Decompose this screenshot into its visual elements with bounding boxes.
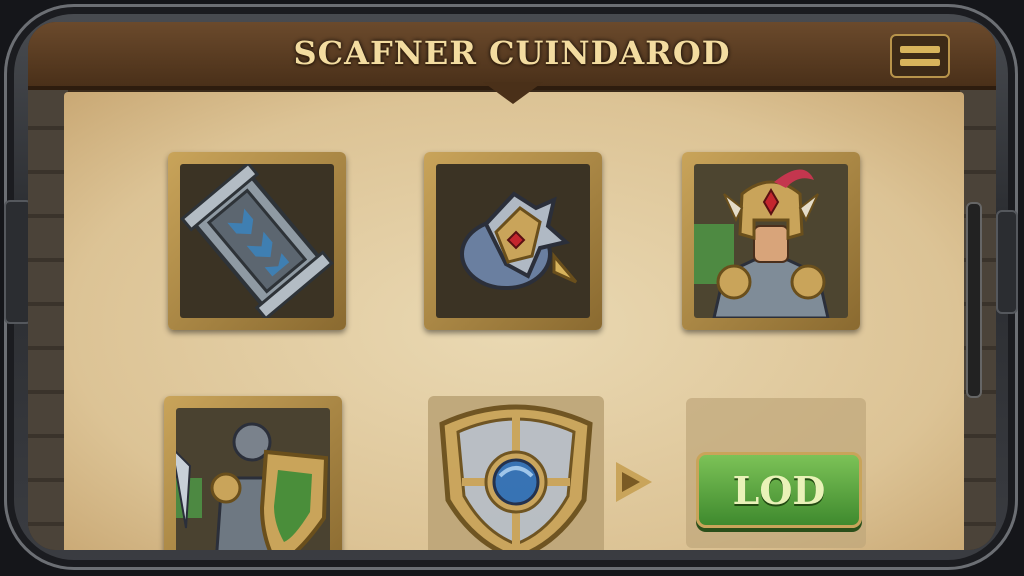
knight-hero-portrait-icon <box>694 169 830 318</box>
game-screen: SCAFNER CUINDAROD LOD <box>28 22 996 550</box>
slot-inner <box>176 408 330 550</box>
gold-shield-icon <box>439 404 593 550</box>
slot-inner <box>436 164 590 318</box>
slot-inner <box>694 164 848 318</box>
slot-inner <box>180 164 334 318</box>
shield-knight-portrait-icon <box>176 422 329 550</box>
stone-wall-left <box>28 86 68 550</box>
hamburger-menu-icon <box>900 46 940 53</box>
menu-button[interactable] <box>890 34 950 78</box>
item-slot-iron-bracer[interactable] <box>168 152 346 330</box>
steel-gauntlet-icon <box>460 191 578 290</box>
item-slot-shield-knight-hero[interactable] <box>164 396 342 550</box>
iron-bracer-icon <box>180 164 334 318</box>
hamburger-menu-icon-bar <box>900 59 940 66</box>
item-slot-knight-helmet-hero[interactable] <box>682 152 860 330</box>
device-side-button-right <box>996 210 1018 314</box>
item-slot-steel-gauntlet[interactable] <box>424 152 602 330</box>
page-title: SCAFNER CUINDAROD <box>293 34 731 72</box>
item-slot-gold-shield[interactable] <box>428 396 604 550</box>
load-button[interactable]: LOD <box>696 452 862 528</box>
scrollbar[interactable] <box>966 202 982 398</box>
play-arrow-icon-inner <box>622 472 640 492</box>
